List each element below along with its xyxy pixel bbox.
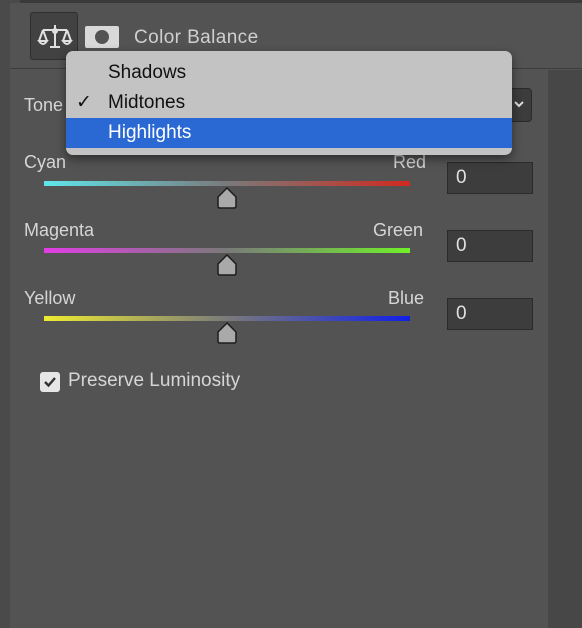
layer-mask-icon[interactable]: [85, 26, 119, 48]
panel-title: Color Balance: [134, 27, 259, 48]
magenta-green-value-input[interactable]: 0: [447, 230, 533, 262]
panel-scroll-gutter: [548, 70, 582, 628]
yellow-blue-value-input[interactable]: 0: [447, 298, 533, 330]
cyan-red-value-input[interactable]: 0: [447, 162, 533, 194]
cyan-red-slider-thumb[interactable]: [215, 186, 239, 210]
panel-left-edge: [0, 3, 10, 628]
preserve-luminosity-label: Preserve Luminosity: [68, 370, 241, 391]
red-label: Red: [393, 152, 427, 172]
dropdown-option-highlights[interactable]: Highlights: [66, 118, 512, 148]
tone-label: Tone: [24, 95, 64, 115]
preserve-luminosity-checkbox[interactable]: [40, 372, 60, 392]
dropdown-option-label: Shadows: [108, 62, 187, 83]
chevron-down-icon: [514, 101, 524, 108]
yellow-blue-slider-thumb[interactable]: [215, 321, 239, 345]
checkmark-icon: [44, 377, 56, 388]
dropdown-option-midtones[interactable]: ✓ Midtones: [66, 88, 512, 118]
balance-scale-glyph: [37, 25, 73, 48]
dropdown-option-label: Midtones: [108, 92, 186, 113]
dropdown-option-label: Highlights: [108, 122, 192, 143]
magenta-label: Magenta: [24, 220, 95, 240]
magenta-green-slider-thumb[interactable]: [215, 253, 239, 277]
checkmark-icon: ✓: [76, 92, 92, 113]
dropdown-option-shadows[interactable]: Shadows: [66, 58, 512, 88]
tone-dropdown-menu: Shadows ✓ Midtones Highlights: [66, 51, 512, 155]
blue-label: Blue: [388, 288, 425, 308]
green-label: Green: [373, 220, 424, 240]
cyan-label: Cyan: [24, 152, 67, 172]
yellow-label: Yellow: [24, 288, 76, 308]
